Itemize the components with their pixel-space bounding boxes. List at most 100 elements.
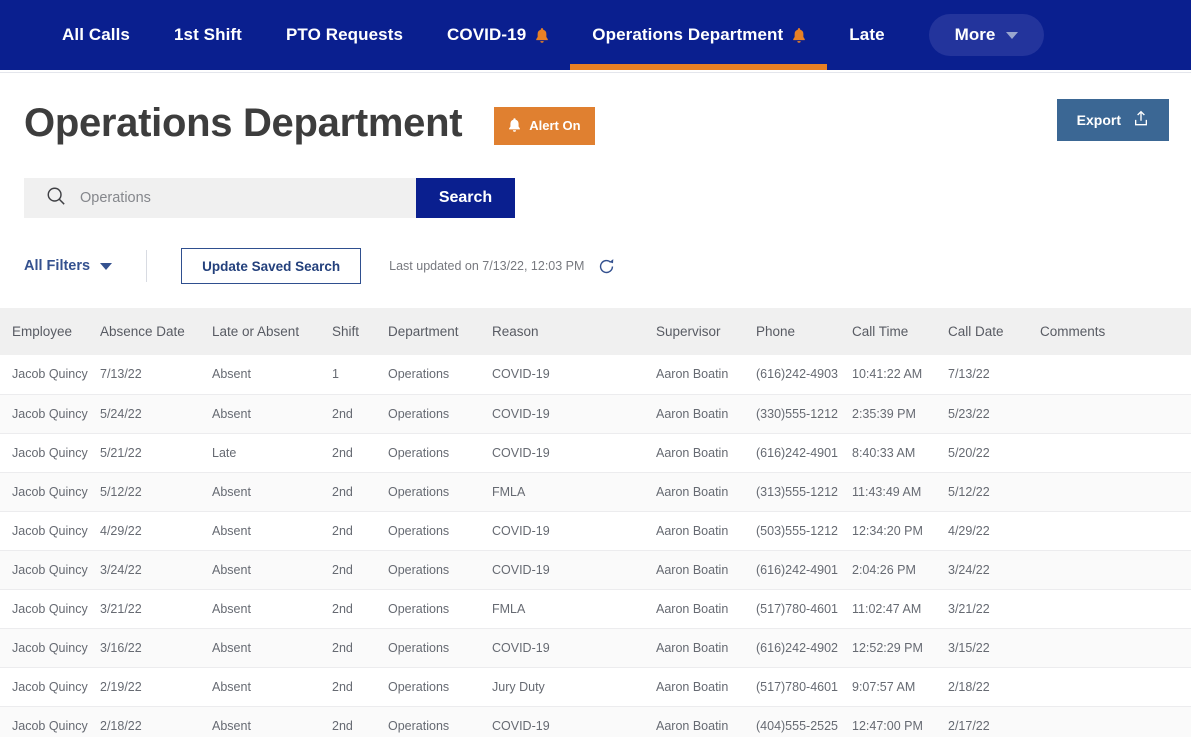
table-cell: Aaron Boatin bbox=[656, 433, 756, 472]
refresh-icon[interactable] bbox=[598, 258, 615, 275]
table-cell: Operations bbox=[388, 472, 492, 511]
table-cell: Jacob Quincy bbox=[0, 511, 100, 550]
table-cell: (517)780-4601 bbox=[756, 667, 852, 706]
all-filters-dropdown[interactable]: All Filters bbox=[24, 258, 112, 274]
table-cell: Aaron Boatin bbox=[656, 394, 756, 433]
export-button[interactable]: Export bbox=[1057, 99, 1169, 141]
table-cell: 12:47:00 PM bbox=[852, 706, 948, 737]
absence-table: EmployeeAbsence DateLate or AbsentShiftD… bbox=[0, 308, 1191, 737]
table-cell: Aaron Boatin bbox=[656, 511, 756, 550]
table-cell bbox=[1040, 589, 1191, 628]
nav-tab-1st-shift[interactable]: 1st Shift bbox=[152, 0, 264, 70]
column-header[interactable]: Call Date bbox=[948, 308, 1040, 355]
table-cell: Jacob Quincy bbox=[0, 667, 100, 706]
column-header[interactable]: Supervisor bbox=[656, 308, 756, 355]
table-cell: COVID-19 bbox=[492, 628, 656, 667]
table-cell bbox=[1040, 472, 1191, 511]
table-cell: (616)242-4901 bbox=[756, 433, 852, 472]
table-row[interactable]: Jacob Quincy5/21/22Late2ndOperationsCOVI… bbox=[0, 433, 1191, 472]
nav-tab-operations-department[interactable]: Operations Department bbox=[570, 0, 827, 70]
table-cell: 2:04:26 PM bbox=[852, 550, 948, 589]
update-saved-search-button[interactable]: Update Saved Search bbox=[181, 248, 361, 284]
table-cell: 2/18/22 bbox=[100, 706, 212, 737]
table-row[interactable]: Jacob Quincy5/24/22Absent2ndOperationsCO… bbox=[0, 394, 1191, 433]
table-cell: 5/21/22 bbox=[100, 433, 212, 472]
column-header[interactable]: Late or Absent bbox=[212, 308, 332, 355]
table-cell: 11:02:47 AM bbox=[852, 589, 948, 628]
table-cell: 5/20/22 bbox=[948, 433, 1040, 472]
nav-tab-covid-19[interactable]: COVID-19 bbox=[425, 0, 570, 70]
table-cell: Late bbox=[212, 433, 332, 472]
table-cell: Aaron Boatin bbox=[656, 706, 756, 737]
table-row[interactable]: Jacob Quincy3/21/22Absent2ndOperationsFM… bbox=[0, 589, 1191, 628]
table-row[interactable]: Jacob Quincy4/29/22Absent2ndOperationsCO… bbox=[0, 511, 1191, 550]
column-header[interactable]: Phone bbox=[756, 308, 852, 355]
table-cell: 3/24/22 bbox=[948, 550, 1040, 589]
table-cell: Absent bbox=[212, 667, 332, 706]
column-header[interactable]: Shift bbox=[332, 308, 388, 355]
table-cell: Jacob Quincy bbox=[0, 355, 100, 394]
table-cell: Jacob Quincy bbox=[0, 550, 100, 589]
table-row[interactable]: Jacob Quincy3/24/22Absent2ndOperationsCO… bbox=[0, 550, 1191, 589]
table-cell: Operations bbox=[388, 706, 492, 737]
table-cell: 2/18/22 bbox=[948, 667, 1040, 706]
active-tab-underline bbox=[570, 64, 827, 70]
table-cell: Jacob Quincy bbox=[0, 433, 100, 472]
column-header[interactable]: Reason bbox=[492, 308, 656, 355]
table-body: Jacob Quincy7/13/22Absent1OperationsCOVI… bbox=[0, 355, 1191, 737]
more-button[interactable]: More bbox=[929, 14, 1045, 56]
table-cell: 2/19/22 bbox=[100, 667, 212, 706]
nav-tab-label: COVID-19 bbox=[447, 25, 526, 45]
table-cell: Absent bbox=[212, 472, 332, 511]
table-cell: Operations bbox=[388, 433, 492, 472]
table-cell bbox=[1040, 511, 1191, 550]
filter-row: All Filters Update Saved Search Last upd… bbox=[24, 248, 1191, 284]
table-cell: Aaron Boatin bbox=[656, 589, 756, 628]
table-cell: 5/24/22 bbox=[100, 394, 212, 433]
table-cell: 2:35:39 PM bbox=[852, 394, 948, 433]
table-cell: 2nd bbox=[332, 706, 388, 737]
bell-icon bbox=[792, 28, 805, 43]
table-cell: 12:34:20 PM bbox=[852, 511, 948, 550]
table-cell: COVID-19 bbox=[492, 511, 656, 550]
table-row[interactable]: Jacob Quincy2/18/22Absent2ndOperationsCO… bbox=[0, 706, 1191, 737]
table-cell: 3/21/22 bbox=[100, 589, 212, 628]
more-button-label: More bbox=[955, 25, 996, 45]
nav-tab-label: Late bbox=[849, 25, 884, 45]
bell-icon bbox=[535, 28, 548, 43]
nav-tab-label: 1st Shift bbox=[174, 25, 242, 45]
table-cell: Operations bbox=[388, 394, 492, 433]
table-row[interactable]: Jacob Quincy3/16/22Absent2ndOperationsCO… bbox=[0, 628, 1191, 667]
table-cell: Absent bbox=[212, 589, 332, 628]
nav-tab-pto-requests[interactable]: PTO Requests bbox=[264, 0, 425, 70]
table-cell: 2nd bbox=[332, 472, 388, 511]
search-input[interactable]: Operations bbox=[24, 178, 416, 218]
table-row[interactable]: Jacob Quincy2/19/22Absent2ndOperationsJu… bbox=[0, 667, 1191, 706]
table-cell: 5/12/22 bbox=[948, 472, 1040, 511]
table-row[interactable]: Jacob Quincy5/12/22Absent2ndOperationsFM… bbox=[0, 472, 1191, 511]
table-cell: Aaron Boatin bbox=[656, 628, 756, 667]
table-cell: Absent bbox=[212, 355, 332, 394]
nav-tab-all-calls[interactable]: All Calls bbox=[40, 0, 152, 70]
table-cell: (503)555-1212 bbox=[756, 511, 852, 550]
table-cell bbox=[1040, 628, 1191, 667]
alert-on-label: Alert On bbox=[529, 118, 580, 133]
table-cell: 3/24/22 bbox=[100, 550, 212, 589]
column-header[interactable]: Absence Date bbox=[100, 308, 212, 355]
alert-on-button[interactable]: Alert On bbox=[494, 107, 594, 145]
table-row[interactable]: Jacob Quincy7/13/22Absent1OperationsCOVI… bbox=[0, 355, 1191, 394]
table-header-row: EmployeeAbsence DateLate or AbsentShiftD… bbox=[0, 308, 1191, 355]
search-input-value: Operations bbox=[80, 190, 151, 206]
nav-tab-label: PTO Requests bbox=[286, 25, 403, 45]
column-header[interactable]: Call Time bbox=[852, 308, 948, 355]
column-header[interactable]: Comments bbox=[1040, 308, 1191, 355]
column-header[interactable]: Department bbox=[388, 308, 492, 355]
filter-divider bbox=[146, 250, 147, 282]
column-header[interactable]: Employee bbox=[0, 308, 100, 355]
search-button[interactable]: Search bbox=[416, 178, 515, 218]
nav-tab-late[interactable]: Late bbox=[827, 0, 906, 70]
table-cell: 2nd bbox=[332, 628, 388, 667]
table-cell: 4/29/22 bbox=[100, 511, 212, 550]
table-cell: 2nd bbox=[332, 589, 388, 628]
all-filters-label: All Filters bbox=[24, 258, 90, 274]
